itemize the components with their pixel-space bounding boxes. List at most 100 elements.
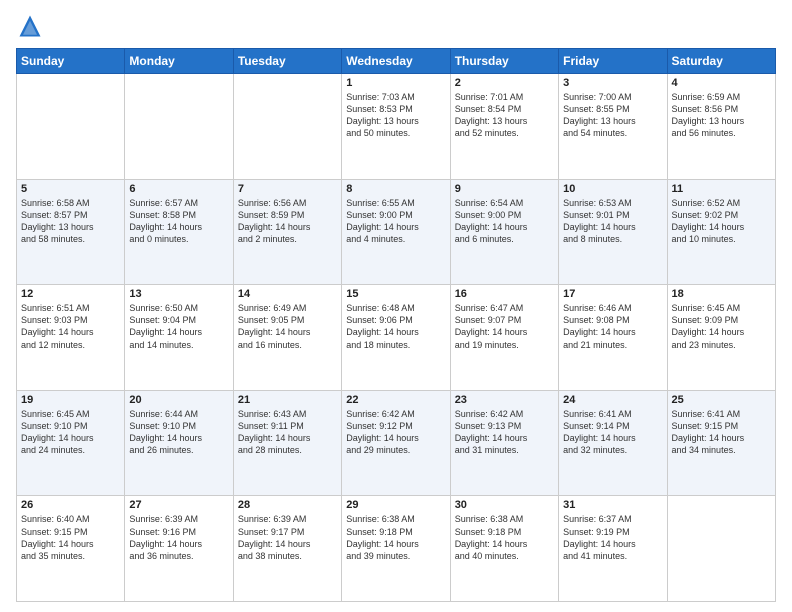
day-info: Sunrise: 6:41 AM Sunset: 9:15 PM Dayligh… — [672, 408, 771, 457]
calendar-cell: 27 Sunrise: 6:39 AM Sunset: 9:16 PM Dayli… — [125, 496, 233, 602]
day-number: 8 — [346, 183, 445, 195]
calendar-cell: 1Sunrise: 7:03 AM Sunset: 8:53 PM Daylig… — [342, 74, 450, 180]
day-number: 20 — [129, 394, 228, 406]
day-info: Sunrise: 6:58 AM Sunset: 8:57 PM Dayligh… — [21, 197, 120, 246]
calendar-cell: 22 Sunrise: 6:42 AM Sunset: 9:12 PM Dayli… — [342, 390, 450, 496]
calendar-cell: 10 Sunrise: 6:53 AM Sunset: 9:01 PM Dayli… — [559, 179, 667, 285]
calendar-cell: 15 Sunrise: 6:48 AM Sunset: 9:06 PM Dayli… — [342, 285, 450, 391]
weekday-tuesday: Tuesday — [233, 49, 341, 74]
day-number: 12 — [21, 288, 120, 300]
day-info: Sunrise: 6:48 AM Sunset: 9:06 PM Dayligh… — [346, 302, 445, 351]
calendar-cell: 30 Sunrise: 6:38 AM Sunset: 9:18 PM Dayli… — [450, 496, 558, 602]
day-info: Sunrise: 6:42 AM Sunset: 9:12 PM Dayligh… — [346, 408, 445, 457]
day-info: Sunrise: 6:55 AM Sunset: 9:00 PM Dayligh… — [346, 197, 445, 246]
calendar-cell: 4 Sunrise: 6:59 AM Sunset: 8:56 PM Daylig… — [667, 74, 775, 180]
calendar-cell: 16 Sunrise: 6:47 AM Sunset: 9:07 PM Dayli… — [450, 285, 558, 391]
day-number: 27 — [129, 499, 228, 511]
day-number: 13 — [129, 288, 228, 300]
week-row-5: 26Sunrise: 6:40 AM Sunset: 9:15 PM Dayli… — [17, 496, 776, 602]
day-number: 30 — [455, 499, 554, 511]
day-number: 28 — [238, 499, 337, 511]
calendar-cell: 26Sunrise: 6:40 AM Sunset: 9:15 PM Dayli… — [17, 496, 125, 602]
calendar-cell — [125, 74, 233, 180]
calendar-cell: 11Sunrise: 6:52 AM Sunset: 9:02 PM Dayli… — [667, 179, 775, 285]
weekday-wednesday: Wednesday — [342, 49, 450, 74]
day-info: Sunrise: 6:38 AM Sunset: 9:18 PM Dayligh… — [455, 513, 554, 562]
calendar-cell: 28 Sunrise: 6:39 AM Sunset: 9:17 PM Dayli… — [233, 496, 341, 602]
weekday-friday: Friday — [559, 49, 667, 74]
calendar-cell: 21 Sunrise: 6:43 AM Sunset: 9:11 PM Dayli… — [233, 390, 341, 496]
day-info: Sunrise: 6:37 AM Sunset: 9:19 PM Dayligh… — [563, 513, 662, 562]
calendar-cell: 2 Sunrise: 7:01 AM Sunset: 8:54 PM Daylig… — [450, 74, 558, 180]
day-number: 5 — [21, 183, 120, 195]
calendar-cell: 7 Sunrise: 6:56 AM Sunset: 8:59 PM Daylig… — [233, 179, 341, 285]
day-info: Sunrise: 6:50 AM Sunset: 9:04 PM Dayligh… — [129, 302, 228, 351]
day-number: 24 — [563, 394, 662, 406]
day-info: Sunrise: 7:01 AM Sunset: 8:54 PM Dayligh… — [455, 91, 554, 140]
day-info: Sunrise: 6:47 AM Sunset: 9:07 PM Dayligh… — [455, 302, 554, 351]
day-number: 4 — [672, 77, 771, 89]
calendar-cell — [233, 74, 341, 180]
day-info: Sunrise: 6:39 AM Sunset: 9:16 PM Dayligh… — [129, 513, 228, 562]
weekday-sunday: Sunday — [17, 49, 125, 74]
day-number: 17 — [563, 288, 662, 300]
calendar-cell: 6Sunrise: 6:57 AM Sunset: 8:58 PM Daylig… — [125, 179, 233, 285]
day-info: Sunrise: 6:45 AM Sunset: 9:09 PM Dayligh… — [672, 302, 771, 351]
day-info: Sunrise: 6:59 AM Sunset: 8:56 PM Dayligh… — [672, 91, 771, 140]
day-info: Sunrise: 6:44 AM Sunset: 9:10 PM Dayligh… — [129, 408, 228, 457]
calendar-cell: 20 Sunrise: 6:44 AM Sunset: 9:10 PM Dayli… — [125, 390, 233, 496]
day-info: Sunrise: 6:41 AM Sunset: 9:14 PM Dayligh… — [563, 408, 662, 457]
header — [16, 12, 776, 40]
day-info: Sunrise: 6:54 AM Sunset: 9:00 PM Dayligh… — [455, 197, 554, 246]
day-number: 31 — [563, 499, 662, 511]
calendar-cell — [17, 74, 125, 180]
day-number: 21 — [238, 394, 337, 406]
day-info: Sunrise: 6:40 AM Sunset: 9:15 PM Dayligh… — [21, 513, 120, 562]
day-number: 22 — [346, 394, 445, 406]
day-number: 10 — [563, 183, 662, 195]
day-info: Sunrise: 6:56 AM Sunset: 8:59 PM Dayligh… — [238, 197, 337, 246]
calendar-cell: 13 Sunrise: 6:50 AM Sunset: 9:04 PM Dayli… — [125, 285, 233, 391]
weekday-monday: Monday — [125, 49, 233, 74]
day-info: Sunrise: 7:03 AM Sunset: 8:53 PM Dayligh… — [346, 91, 445, 140]
week-row-3: 12 Sunrise: 6:51 AM Sunset: 9:03 PM Dayli… — [17, 285, 776, 391]
day-info: Sunrise: 6:53 AM Sunset: 9:01 PM Dayligh… — [563, 197, 662, 246]
weekday-saturday: Saturday — [667, 49, 775, 74]
calendar-cell: 14 Sunrise: 6:49 AM Sunset: 9:05 PM Dayli… — [233, 285, 341, 391]
day-info: Sunrise: 7:00 AM Sunset: 8:55 PM Dayligh… — [563, 91, 662, 140]
day-info: Sunrise: 6:51 AM Sunset: 9:03 PM Dayligh… — [21, 302, 120, 351]
week-row-2: 5 Sunrise: 6:58 AM Sunset: 8:57 PM Daylig… — [17, 179, 776, 285]
day-number: 18 — [672, 288, 771, 300]
day-number: 15 — [346, 288, 445, 300]
calendar: SundayMondayTuesdayWednesdayThursdayFrid… — [16, 48, 776, 602]
day-number: 23 — [455, 394, 554, 406]
week-row-4: 19Sunrise: 6:45 AM Sunset: 9:10 PM Dayli… — [17, 390, 776, 496]
day-info: Sunrise: 6:49 AM Sunset: 9:05 PM Dayligh… — [238, 302, 337, 351]
day-number: 19 — [21, 394, 120, 406]
day-number: 14 — [238, 288, 337, 300]
day-number: 7 — [238, 183, 337, 195]
calendar-cell: 24 Sunrise: 6:41 AM Sunset: 9:14 PM Dayli… — [559, 390, 667, 496]
day-number: 2 — [455, 77, 554, 89]
day-number: 9 — [455, 183, 554, 195]
day-info: Sunrise: 6:39 AM Sunset: 9:17 PM Dayligh… — [238, 513, 337, 562]
day-info: Sunrise: 6:43 AM Sunset: 9:11 PM Dayligh… — [238, 408, 337, 457]
calendar-cell: 29 Sunrise: 6:38 AM Sunset: 9:18 PM Dayli… — [342, 496, 450, 602]
day-number: 3 — [563, 77, 662, 89]
day-number: 6 — [129, 183, 228, 195]
day-number: 16 — [455, 288, 554, 300]
day-info: Sunrise: 6:46 AM Sunset: 9:08 PM Dayligh… — [563, 302, 662, 351]
page: SundayMondayTuesdayWednesdayThursdayFrid… — [0, 0, 792, 612]
calendar-cell: 17 Sunrise: 6:46 AM Sunset: 9:08 PM Dayli… — [559, 285, 667, 391]
calendar-cell: 25Sunrise: 6:41 AM Sunset: 9:15 PM Dayli… — [667, 390, 775, 496]
weekday-header-row: SundayMondayTuesdayWednesdayThursdayFrid… — [17, 49, 776, 74]
day-number: 11 — [672, 183, 771, 195]
day-info: Sunrise: 6:38 AM Sunset: 9:18 PM Dayligh… — [346, 513, 445, 562]
logo — [16, 12, 48, 40]
calendar-cell: 9 Sunrise: 6:54 AM Sunset: 9:00 PM Daylig… — [450, 179, 558, 285]
calendar-cell: 3 Sunrise: 7:00 AM Sunset: 8:55 PM Daylig… — [559, 74, 667, 180]
day-info: Sunrise: 6:42 AM Sunset: 9:13 PM Dayligh… — [455, 408, 554, 457]
calendar-cell: 19Sunrise: 6:45 AM Sunset: 9:10 PM Dayli… — [17, 390, 125, 496]
calendar-cell: 18 Sunrise: 6:45 AM Sunset: 9:09 PM Dayli… — [667, 285, 775, 391]
day-number: 29 — [346, 499, 445, 511]
